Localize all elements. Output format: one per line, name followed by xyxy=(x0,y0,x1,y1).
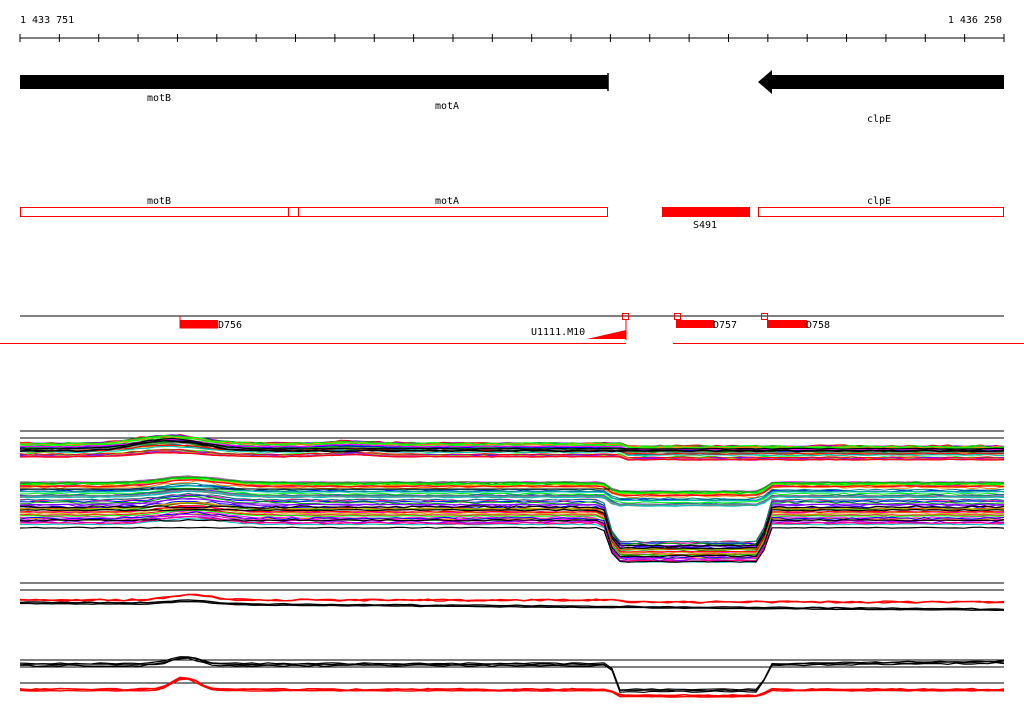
annotation-box-S491[interactable] xyxy=(662,207,750,217)
gene-arrow-clpE[interactable] xyxy=(772,75,1004,89)
expression-line xyxy=(19,511,1005,559)
annotation-box-clpE[interactable] xyxy=(758,207,1004,217)
feature-label-D757: D757 xyxy=(713,320,737,331)
expression-plot-2 xyxy=(19,475,1005,563)
annotation-label-motA: motA xyxy=(435,196,459,207)
gene-arrow-head-clpE xyxy=(758,70,772,94)
gene-label-motB: motB xyxy=(147,93,171,104)
gene-label-clpE: clpE xyxy=(867,114,891,125)
annotation-box-motB[interactable] xyxy=(20,207,289,217)
feature-U1111.M10[interactable] xyxy=(587,330,626,339)
genome-browser-canvas: 1 433 751 1 436 250 motB motA clpE motB … xyxy=(0,15,1024,698)
expression-line xyxy=(19,516,1005,563)
expression-plot-4 xyxy=(19,656,1005,698)
gene-arrow-motB[interactable] xyxy=(20,75,300,89)
gene-track: motB motA clpE xyxy=(20,70,1004,125)
annotation-label-motB: motB xyxy=(147,196,171,207)
expression-line xyxy=(19,526,1005,563)
feature-label-D758: D758 xyxy=(806,320,830,331)
expression-line xyxy=(19,518,1005,558)
annotation-label-S491: S491 xyxy=(693,220,717,231)
gene-arrow-motA[interactable] xyxy=(298,75,608,89)
annotation-label-clpE: clpE xyxy=(867,196,891,207)
end-coordinate: 1 436 250 xyxy=(948,15,1002,26)
coordinate-ruler xyxy=(19,34,1005,42)
feature-D757[interactable] xyxy=(676,320,714,328)
expression-line xyxy=(19,599,1005,611)
feature-label-D756: D756 xyxy=(218,320,242,331)
expression-line xyxy=(19,601,1005,612)
expression-line xyxy=(19,678,1005,698)
feature-D758[interactable] xyxy=(767,320,807,328)
expression-line xyxy=(20,518,1005,563)
expression-line xyxy=(19,677,1005,697)
annotation-box-motA[interactable] xyxy=(298,207,608,217)
feature-label-U1111.M10: U1111.M10 xyxy=(531,327,585,338)
annotation-box-spacer xyxy=(288,207,299,217)
annotation-track: motB motA clpE S491 xyxy=(20,196,1004,231)
expression-line xyxy=(19,676,1005,698)
feature-D756[interactable] xyxy=(180,320,218,328)
expression-plot-3 xyxy=(19,582,1005,612)
gene-label-motA: motA xyxy=(435,101,459,112)
feature-track: D756 U1111.M10 D757 D758 xyxy=(0,313,1024,344)
expression-plot-1 xyxy=(19,430,1005,461)
start-coordinate: 1 433 751 xyxy=(20,15,74,26)
